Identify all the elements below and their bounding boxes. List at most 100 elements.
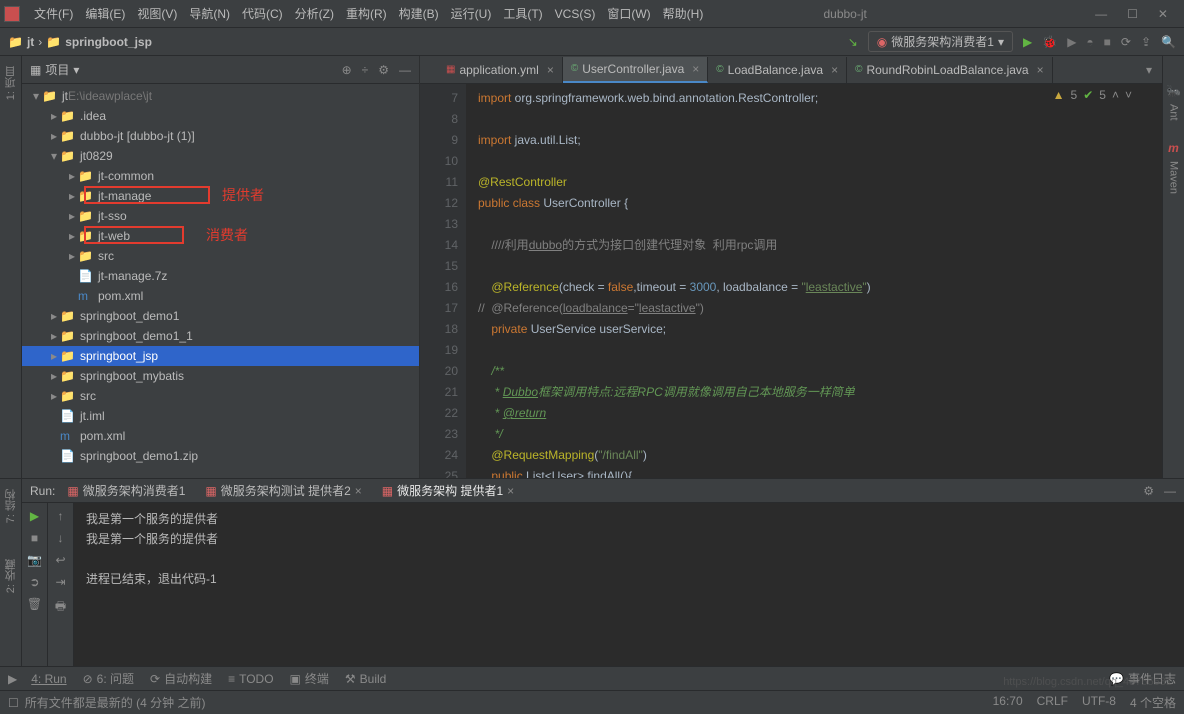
close-tab-icon[interactable]: × [507, 484, 514, 498]
scroll-icon[interactable]: ⇥ [55, 575, 65, 589]
expand-arrow-icon[interactable]: ▸ [66, 189, 78, 203]
close-tab-icon[interactable]: × [547, 63, 554, 77]
tree-row[interactable]: ▸📁springboot_demo1 [22, 306, 419, 326]
wrap-icon[interactable]: ↩ [55, 553, 65, 567]
tree-row[interactable]: ▸📁jt-common [22, 166, 419, 186]
bottom-tab[interactable]: ⟳ 自动构建 [150, 670, 212, 687]
menu-item[interactable]: VCS(S) [549, 7, 602, 21]
editor-tab[interactable]: ©RoundRobinLoadBalance.java× [847, 57, 1053, 83]
sidebar-tab-ant[interactable]: Ant [1168, 104, 1180, 121]
stop-icon[interactable]: ■ [1104, 35, 1111, 49]
hide-icon[interactable]: — [1164, 484, 1176, 498]
chevron-down-icon[interactable]: ˅ [1125, 88, 1132, 102]
editor-tab[interactable]: ▦application.yml× [438, 57, 563, 83]
tree-row[interactable]: mpom.xml [22, 426, 419, 446]
rerun-icon[interactable]: ▶ [30, 509, 39, 523]
expand-arrow-icon[interactable]: ▸ [48, 369, 60, 383]
chevron-down-icon[interactable]: ▾ [73, 63, 79, 77]
maven-icon[interactable]: m [1168, 141, 1179, 155]
sidebar-tab-project[interactable]: 1: 项目 [3, 66, 19, 100]
search-icon[interactable]: 🔍 [1161, 35, 1176, 49]
tree-row[interactable]: 📄jt-manage.7z [22, 266, 419, 286]
tree-row[interactable]: ▸📁dubbo-jt [dubbo-jt (1)] [22, 126, 419, 146]
hide-icon[interactable]: — [399, 63, 411, 77]
expand-arrow-icon[interactable]: ▸ [48, 109, 60, 123]
menu-item[interactable]: 帮助(H) [657, 7, 710, 21]
close-tab-icon[interactable]: × [831, 63, 838, 77]
expand-arrow-icon[interactable]: ▸ [66, 209, 78, 223]
menu-item[interactable]: 构建(B) [393, 7, 445, 21]
more-tabs-icon[interactable]: ▾ [1136, 63, 1162, 77]
tree-row[interactable]: ▸📁springboot_mybatis [22, 366, 419, 386]
tree-row[interactable]: mpom.xml [22, 286, 419, 306]
status-item[interactable]: 4 个空格 [1130, 694, 1176, 711]
sidebar-tab-maven[interactable]: Maven [1168, 161, 1180, 194]
profiler-icon[interactable]: ◓ [1086, 35, 1093, 49]
close-tab-icon[interactable]: × [692, 62, 699, 76]
expand-arrow-icon[interactable]: ▸ [48, 329, 60, 343]
bottom-tab[interactable]: ⚒ Build [345, 670, 386, 687]
up-icon[interactable]: ↑ [58, 509, 64, 523]
tree-row[interactable]: ▾📁jt E:\ideawplace\jt [22, 86, 419, 106]
editor-inspections[interactable]: ▲5 ✔5 ˄ ˅ [1053, 88, 1132, 102]
hammer-icon[interactable]: ↘ [848, 35, 858, 49]
menu-item[interactable]: 编辑(E) [79, 7, 131, 21]
tree-row[interactable]: ▸📁jt-sso [22, 206, 419, 226]
tree-row[interactable]: ▸📁springboot_demo1_1 [22, 326, 419, 346]
expand-arrow-icon[interactable]: ▾ [30, 89, 42, 103]
camera-icon[interactable]: 📷 [27, 553, 42, 567]
status-item[interactable]: 16:70 [993, 694, 1023, 711]
menu-item[interactable]: 导航(N) [183, 7, 236, 21]
sidebar-tab-favorites[interactable]: 2: 收藏 [3, 559, 19, 593]
gear-icon[interactable]: ⚙ [1143, 484, 1154, 498]
print-icon[interactable]: 🖶 [55, 597, 66, 618]
expand-arrow-icon[interactable]: ▸ [48, 389, 60, 403]
ant-icon[interactable]: 🐜 [1166, 84, 1181, 98]
update-icon[interactable]: ⟳ [1121, 35, 1131, 49]
tree-row[interactable]: ▸📁src [22, 246, 419, 266]
menu-item[interactable]: 代码(C) [236, 7, 289, 21]
menu-item[interactable]: 窗口(W) [601, 7, 656, 21]
sidebar-tab-structure[interactable]: 7: 结构 [3, 489, 19, 523]
expand-arrow-icon[interactable]: ▸ [48, 129, 60, 143]
menu-item[interactable]: 文件(F) [28, 7, 79, 21]
run-configuration-dropdown[interactable]: ◉ 微服务架构消费者1 ▾ [868, 31, 1013, 52]
trash-icon[interactable]: 🗑 [27, 597, 42, 611]
tree-row[interactable]: ▸📁.idea [22, 106, 419, 126]
tree-row[interactable]: 📄jt.iml [22, 406, 419, 426]
bottom-tab[interactable]: ⊘ 6: 问题 [83, 670, 134, 687]
bottom-tab[interactable]: ≡ TODO [228, 670, 273, 687]
debug-icon[interactable]: 🐞 [1042, 35, 1057, 49]
run-tab[interactable]: ▦微服务架构测试 提供者2× [205, 482, 361, 499]
run-tab[interactable]: ▦微服务架构消费者1 [67, 482, 185, 499]
menu-item[interactable]: 运行(U) [445, 7, 498, 21]
exit-icon[interactable]: ➲ [29, 575, 39, 589]
target-icon[interactable]: ⊕ [342, 63, 352, 77]
menu-item[interactable]: 分析(Z) [289, 7, 340, 21]
status-item[interactable]: CRLF [1037, 694, 1068, 711]
project-tree[interactable]: 提供者 消费者 ▾📁jt E:\ideawplace\jt▸📁.idea▸📁du… [22, 84, 419, 478]
collapse-icon[interactable]: ÷ [362, 63, 369, 77]
tree-row[interactable]: ▸📁src [22, 386, 419, 406]
tree-row[interactable]: ▾📁jt0829 [22, 146, 419, 166]
tree-row[interactable]: 📄springboot_demo1.zip [22, 446, 419, 466]
editor-tab[interactable]: ©LoadBalance.java× [708, 57, 847, 83]
minimize-icon[interactable]: — [1095, 7, 1107, 21]
bottom-tab[interactable]: ▣ 终端 [290, 670, 329, 687]
gear-icon[interactable]: ⚙ [378, 63, 389, 77]
tree-row[interactable]: ▸📁springboot_jsp [22, 346, 419, 366]
expand-arrow-icon[interactable]: ▸ [66, 169, 78, 183]
code-editor[interactable]: import org.springframework.web.bind.anno… [466, 84, 1162, 478]
maximize-icon[interactable]: ☐ [1127, 7, 1138, 21]
run-console[interactable]: 我是第一个服务的提供者我是第一个服务的提供者 进程已结束，退出代码-1 [74, 503, 1184, 666]
close-tab-icon[interactable]: × [1037, 63, 1044, 77]
commit-icon[interactable]: ⇪ [1141, 35, 1151, 49]
close-tab-icon[interactable]: × [355, 484, 362, 498]
run-icon[interactable]: ▶ [1023, 35, 1032, 49]
down-icon[interactable]: ↓ [58, 531, 64, 545]
stop-icon[interactable]: ■ [31, 531, 38, 545]
close-icon[interactable]: ✕ [1158, 7, 1168, 21]
tree-row[interactable]: ▸📁jt-manage [22, 186, 419, 206]
expand-arrow-icon[interactable]: ▾ [48, 149, 60, 163]
menu-item[interactable]: 视图(V) [131, 7, 183, 21]
